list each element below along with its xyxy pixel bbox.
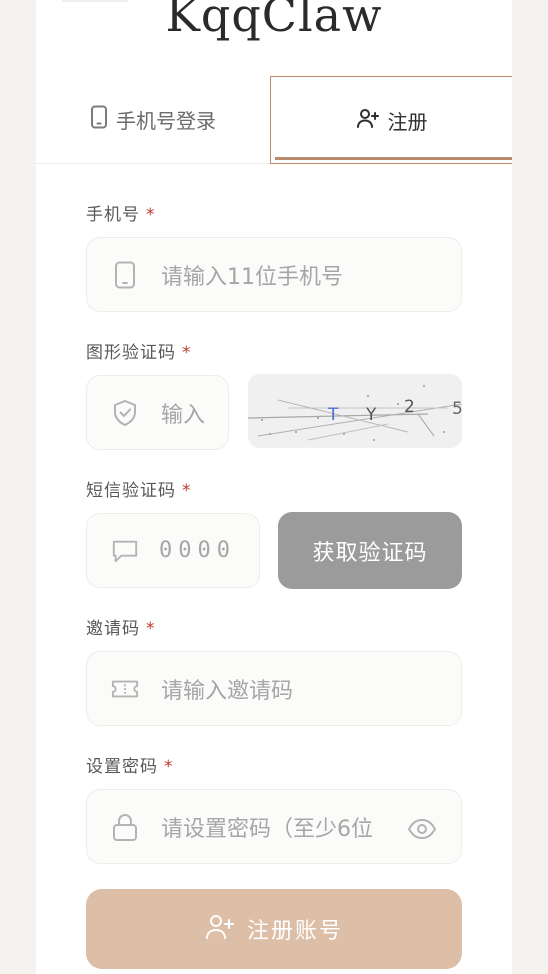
auth-card: KqqClaw 手机号登录 注册 手机号 * 请输入11位手机号 图形验证码 *: [36, 0, 512, 974]
user-add-icon: [356, 106, 380, 135]
brand-title: KqqClaw: [165, 0, 383, 42]
phone-label-text: 手机号: [86, 205, 140, 225]
shield-check-icon: [111, 399, 139, 427]
invite-label-text: 邀请码: [86, 619, 140, 639]
captcha-label: 图形验证码 *: [86, 338, 192, 363]
tab-phone-login-label: 手机号登录: [116, 108, 216, 133]
sms-code-placeholder: 000000: [159, 538, 237, 563]
sms-label: 短信验证码 *: [86, 476, 192, 501]
required-mark: *: [164, 757, 174, 777]
auth-tabs: 手机号登录 注册: [36, 76, 512, 164]
sms-label-text: 短信验证码: [86, 481, 176, 501]
password-label: 设置密码 *: [86, 752, 174, 777]
required-mark: *: [146, 205, 156, 225]
phone-label: 手机号 *: [86, 200, 156, 225]
tab-active-indicator: [275, 157, 512, 160]
password-label-text: 设置密码: [86, 757, 158, 777]
tab-phone-login[interactable]: 手机号登录: [36, 76, 270, 162]
lock-icon: [111, 813, 139, 841]
phone-input[interactable]: 请输入11位手机号: [86, 237, 462, 312]
tab-register-label: 注册: [387, 109, 428, 134]
register-submit-label: 注册账号: [246, 919, 343, 944]
captcha-char-3: 2: [404, 397, 415, 417]
invite-label: 邀请码 *: [86, 614, 156, 639]
captcha-input[interactable]: 输入: [86, 375, 229, 450]
required-mark: *: [182, 343, 192, 363]
message-icon: [111, 537, 139, 565]
captcha-image[interactable]: T Y 2 5: [248, 374, 462, 448]
required-mark: *: [182, 481, 192, 501]
eye-icon[interactable]: [407, 814, 437, 844]
register-submit-button[interactable]: 注册账号: [86, 889, 462, 969]
sms-code-input[interactable]: 000000: [86, 513, 260, 588]
password-placeholder: 请设置密码（至少6位: [161, 816, 373, 842]
captcha-char-4: 5: [452, 399, 462, 419]
invite-code-placeholder: 请输入邀请码: [161, 678, 294, 704]
required-mark: *: [146, 619, 156, 639]
get-sms-code-button[interactable]: 获取验证码: [278, 512, 462, 589]
user-add-icon: [205, 912, 235, 946]
captcha-char-2: Y: [365, 405, 377, 425]
ticket-icon: [111, 675, 139, 703]
captcha-placeholder: 输入: [161, 402, 206, 428]
captcha-char-1: T: [327, 405, 339, 425]
invite-code-input[interactable]: 请输入邀请码: [86, 651, 462, 726]
phone-icon: [111, 261, 139, 289]
captcha-label-text: 图形验证码: [86, 343, 176, 363]
phone-icon: [90, 105, 108, 134]
password-input[interactable]: 请设置密码（至少6位: [86, 789, 462, 864]
tab-register[interactable]: 注册: [270, 76, 512, 164]
phone-placeholder: 请输入11位手机号: [161, 264, 343, 290]
